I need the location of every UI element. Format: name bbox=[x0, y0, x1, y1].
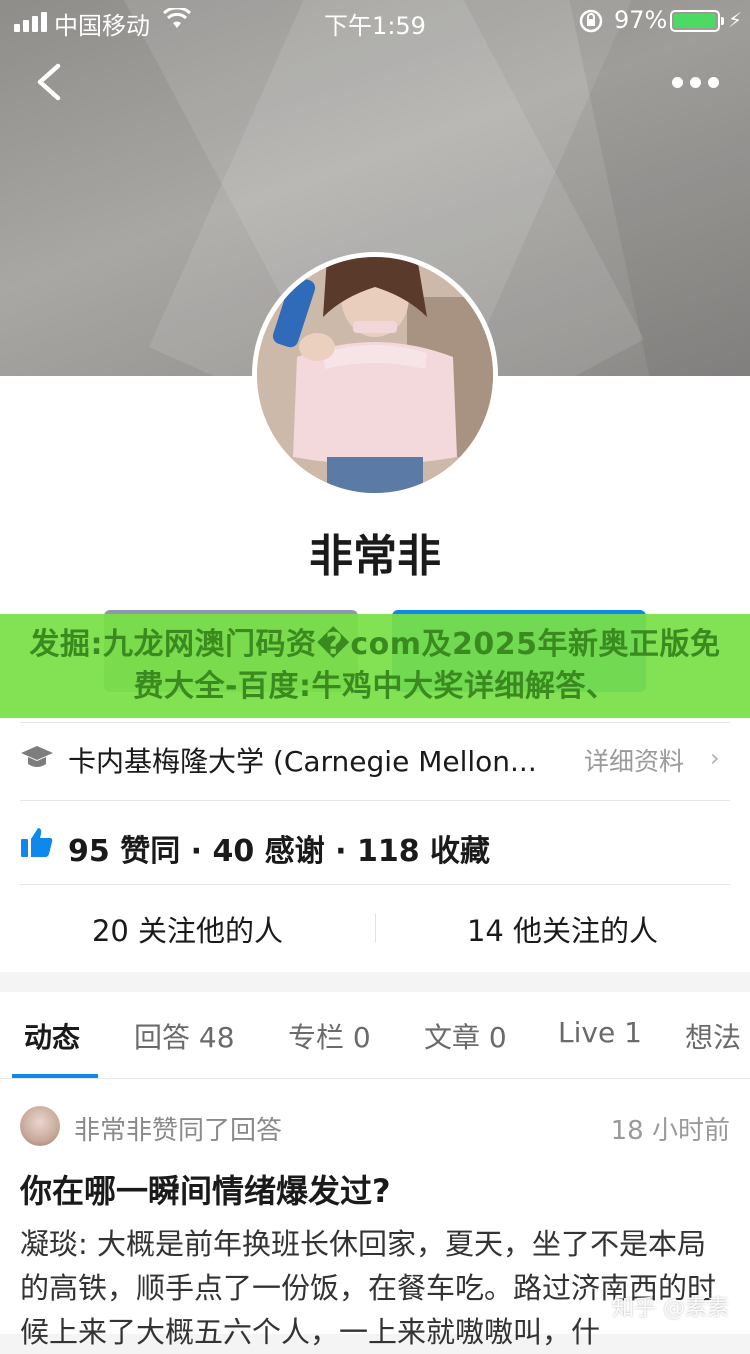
overlay-banner-text: 发掘:九龙网澳门码资�com及2025年新奥正版免费大全-百度:牛鸡中大奖详细解… bbox=[29, 627, 721, 704]
orientation-lock-icon bbox=[578, 8, 604, 40]
followers-count[interactable]: 20 关注他的人 bbox=[0, 908, 375, 950]
charging-bolt-icon: ⚡ bbox=[728, 8, 743, 32]
status-bar: 中国移动 下午1:59 97% ⚡ bbox=[0, 0, 750, 40]
more-options-button[interactable] bbox=[672, 70, 720, 94]
tab-thoughts[interactable]: 想法 bbox=[685, 1016, 741, 1056]
divider bbox=[20, 884, 730, 885]
graduation-cap-icon bbox=[20, 742, 54, 776]
tab-live[interactable]: Live 1 bbox=[558, 1016, 642, 1049]
tab-answers[interactable]: 回答 48 bbox=[134, 1016, 235, 1056]
tab-articles[interactable]: 文章 0 bbox=[424, 1016, 507, 1056]
stats-text: 95 赞同 · 40 感谢 · 118 收藏 bbox=[68, 834, 491, 869]
more-dots-icon bbox=[672, 76, 683, 88]
battery-tip bbox=[721, 17, 724, 25]
chevron-right-icon: › bbox=[710, 744, 720, 772]
tab-columns[interactable]: 专栏 0 bbox=[288, 1016, 371, 1056]
battery-percent: 97% bbox=[614, 6, 668, 34]
divider bbox=[20, 722, 730, 723]
back-button[interactable] bbox=[28, 60, 72, 104]
active-tab-indicator bbox=[12, 1074, 98, 1078]
following-count[interactable]: 14 他关注的人 bbox=[375, 908, 750, 950]
battery-icon bbox=[670, 10, 720, 32]
feed-timestamp: 18 小时前 bbox=[610, 1116, 730, 1146]
avatar[interactable] bbox=[20, 1106, 60, 1146]
feed-answer-excerpt[interactable]: 凝琰: 大概是前年换班长休回家，夏天，坐了不是本局的高铁，顺手点了一份饭，在餐车… bbox=[20, 1222, 732, 1354]
tab-activity[interactable]: 动态 bbox=[24, 1016, 80, 1056]
feed-question-title[interactable]: 你在哪一瞬间情绪爆发过? bbox=[20, 1166, 391, 1212]
education-text: 卡内基梅隆大学 (Carnegie Mellon... bbox=[68, 745, 537, 778]
avatar[interactable] bbox=[252, 252, 498, 498]
user-name: 非常非 bbox=[309, 531, 441, 582]
chevron-left-icon bbox=[37, 63, 61, 101]
avatar-photo bbox=[257, 257, 493, 493]
detail-link[interactable]: 详细资料 bbox=[584, 742, 684, 778]
watermark: 知乎 @素素 bbox=[612, 1296, 729, 1321]
thumbs-up-icon bbox=[20, 826, 54, 862]
feed-action-text: 非常非赞同了回答 bbox=[74, 1116, 283, 1146]
